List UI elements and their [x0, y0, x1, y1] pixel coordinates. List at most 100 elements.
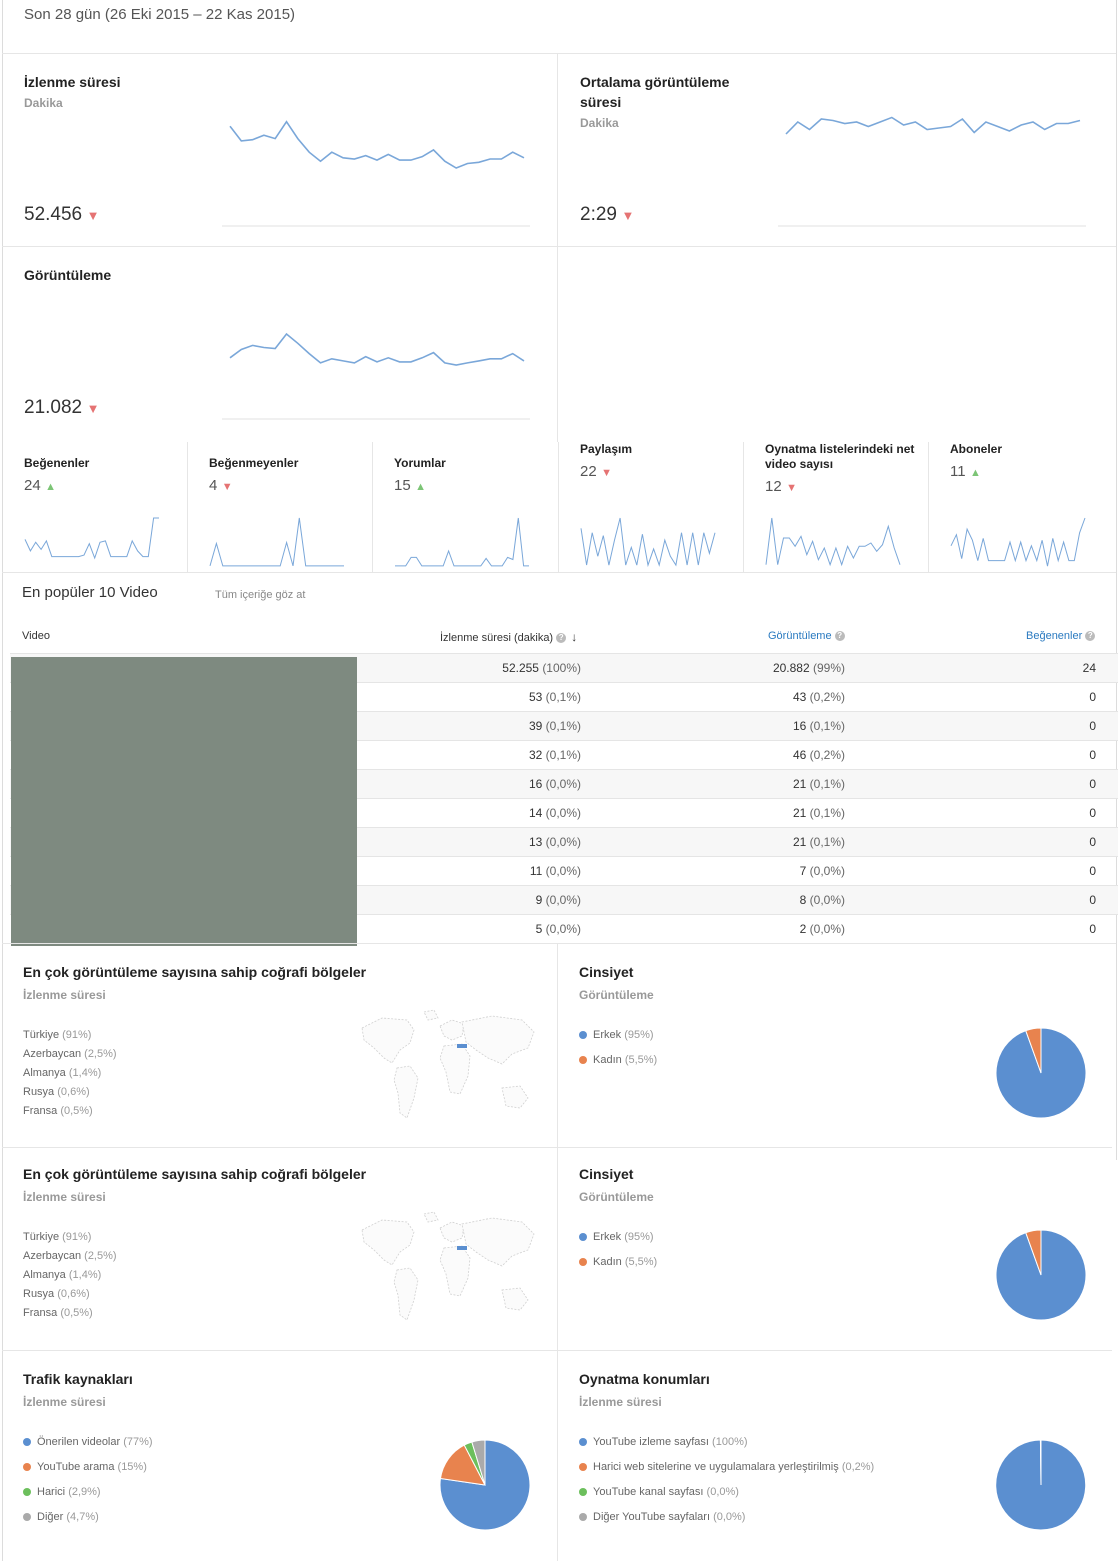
small-metric-value: 22 [580, 463, 597, 480]
legend-item[interactable]: Harici (2,9%) [23, 1486, 153, 1511]
small-metric-value: 4 [209, 477, 218, 494]
legend-item[interactable]: Harici web sitelerine ve uygulamalara ye… [579, 1461, 874, 1486]
legend-label: Önerilen videolar [37, 1436, 121, 1448]
map-landmass [393, 1065, 419, 1119]
small-metric-card[interactable]: Yorumlar 15 ▲ [394, 456, 566, 495]
watch-time-card[interactable]: İzlenme süresi Dakika [24, 72, 204, 110]
watch-value: 5 [535, 922, 543, 936]
small-metric-divider [743, 442, 744, 572]
col-video-header[interactable]: Video [22, 630, 50, 642]
legend-label: Harici web sitelerine ve uygulamalara ye… [593, 1461, 839, 1473]
small-metric-card[interactable]: Beğenenler 24 ▲ [24, 456, 196, 495]
gender-sub: Görüntüleme [579, 1190, 654, 1204]
small-metric-title: Oynatma listelerindeki net video sayısı [765, 442, 915, 471]
small-metric-card[interactable]: Beğenmeyenler 4 ▼ [209, 456, 381, 495]
legend-item[interactable]: Rusya (0,6%) [23, 1288, 117, 1307]
help-icon[interactable]: ? [1085, 631, 1096, 642]
legend-item[interactable]: Kadın (5,5%) [579, 1054, 657, 1079]
legend-label: Kadın [593, 1256, 622, 1268]
views-value: 21.082 [24, 397, 83, 418]
legend-label: Azerbaycan [23, 1250, 82, 1262]
legend-item[interactable]: Erkek (95%) [579, 1231, 657, 1256]
legend-item[interactable]: Azerbaycan (2,5%) [23, 1048, 117, 1067]
small-metric-sparkline [395, 517, 529, 567]
views-value: 16 [792, 719, 807, 733]
legend-label: YouTube arama [37, 1461, 115, 1473]
gender-sub: Görüntüleme [579, 988, 654, 1002]
legend-item[interactable]: Fransa (0,5%) [23, 1307, 117, 1326]
legend-item[interactable]: YouTube kanal sayfası (0,0%) [579, 1486, 874, 1511]
small-metric-sparkline [950, 517, 1086, 567]
views-card[interactable]: Görüntüleme [24, 265, 111, 285]
small-metric-card[interactable]: Oynatma listelerindeki net video sayısı 1… [765, 442, 937, 496]
legend-item[interactable]: Rusya (0,6%) [23, 1086, 117, 1105]
map-highlight-turkey[interactable] [457, 1044, 467, 1048]
watch-pct: (0,1%) [545, 719, 581, 733]
col-likes-header[interactable]: Beğenenler ? [1026, 630, 1096, 642]
legend-item[interactable]: Azerbaycan (2,5%) [23, 1250, 117, 1269]
map-landmass [393, 1267, 419, 1321]
legend-item[interactable]: Diğer (4,7%) [23, 1511, 153, 1536]
likes-cell: 0 [1089, 748, 1096, 762]
watch-pct: (0,0%) [545, 864, 581, 878]
watch-cell: 16 (0,0%) [529, 777, 581, 791]
small-metric-value: 11 [950, 463, 966, 480]
legend-item[interactable]: Almanya (1,4%) [23, 1269, 117, 1288]
legend-item[interactable]: Fransa (0,5%) [23, 1105, 117, 1124]
likes-cell: 0 [1089, 922, 1096, 936]
legend-item[interactable]: YouTube izleme sayfası (100%) [579, 1436, 874, 1461]
help-icon[interactable]: ? [556, 633, 567, 644]
legend-pct: (5,5%) [624, 1054, 658, 1066]
top-videos-title: En popüler 10 Video [22, 584, 158, 601]
legend-pct: (5,5%) [624, 1256, 658, 1268]
views-pct: (0,0%) [809, 864, 845, 878]
views-cell: 21 (0,1%) [793, 835, 845, 849]
watch-pct: (0,0%) [545, 835, 581, 849]
legend-item[interactable]: Almanya (1,4%) [23, 1067, 117, 1086]
left-border [2, 0, 3, 1561]
legend-item[interactable]: Kadın (5,5%) [579, 1256, 657, 1281]
legend-label: Rusya [23, 1086, 55, 1098]
header-divider [2, 53, 1116, 54]
legend-pct: (4,7%) [66, 1511, 99, 1523]
legend-item[interactable]: YouTube arama (15%) [23, 1461, 153, 1486]
legend-pct: (0,5%) [60, 1105, 93, 1117]
small-metric-divider [558, 442, 559, 572]
small-metric-divider [928, 442, 929, 572]
legend-item[interactable]: Diğer YouTube sayfaları (0,0%) [579, 1511, 874, 1536]
small-metric-card[interactable]: Aboneler 11 ▲ [950, 442, 1120, 481]
legend-item[interactable]: Erkek (95%) [579, 1029, 657, 1054]
col-views-header[interactable]: Görüntüleme ? [768, 630, 845, 642]
trend-up-icon: ▲ [415, 481, 427, 493]
map-highlight-turkey[interactable] [457, 1246, 467, 1250]
help-icon[interactable]: ? [834, 631, 845, 642]
browse-all-link[interactable]: Tüm içeriğe göz at [215, 589, 305, 601]
col-watch-header[interactable]: İzlenme süresi (dakika) ? ↓ [440, 630, 577, 644]
table-bottom-line [2, 943, 1116, 944]
small-metric-sparkline [24, 517, 159, 560]
views-value: 21 [792, 777, 807, 791]
legend-item[interactable]: Türkiye (91%) [23, 1231, 117, 1250]
small-metric-title: Beğenenler [24, 456, 90, 470]
map-landmass [501, 1085, 529, 1109]
legend-dot-icon [579, 1258, 587, 1267]
legend-dot-icon [23, 1438, 31, 1447]
views-value: 7 [799, 864, 807, 878]
watch-time-value: 52.456 [24, 204, 83, 225]
card-divider-h [2, 246, 1116, 247]
col-watch-label: İzlenme süresi (dakika) [440, 632, 554, 644]
watch-value: 39 [528, 719, 543, 733]
small-metric-card[interactable]: Paylaşım 22 ▼ [580, 442, 752, 481]
small-metric-title: Aboneler [950, 442, 1003, 456]
map-landmass [439, 1245, 471, 1297]
date-range[interactable]: Son 28 gün (26 Eki 2015 – 22 Kas 2015) [24, 6, 295, 23]
legend-dot-icon [579, 1233, 587, 1242]
legend-item[interactable]: Türkiye (91%) [23, 1029, 117, 1048]
legend-item[interactable]: Önerilen videolar (77%) [23, 1436, 153, 1461]
likes-cell: 0 [1089, 719, 1096, 733]
small-metric-value: 15 [394, 477, 411, 494]
views-pct: (0,1%) [809, 719, 845, 733]
watch-value: 14 [528, 806, 543, 820]
avg-view-title: Ortalama görüntüleme süresi [580, 74, 730, 110]
avg-view-card[interactable]: Ortalama görüntüleme süresi Dakika [580, 72, 760, 130]
